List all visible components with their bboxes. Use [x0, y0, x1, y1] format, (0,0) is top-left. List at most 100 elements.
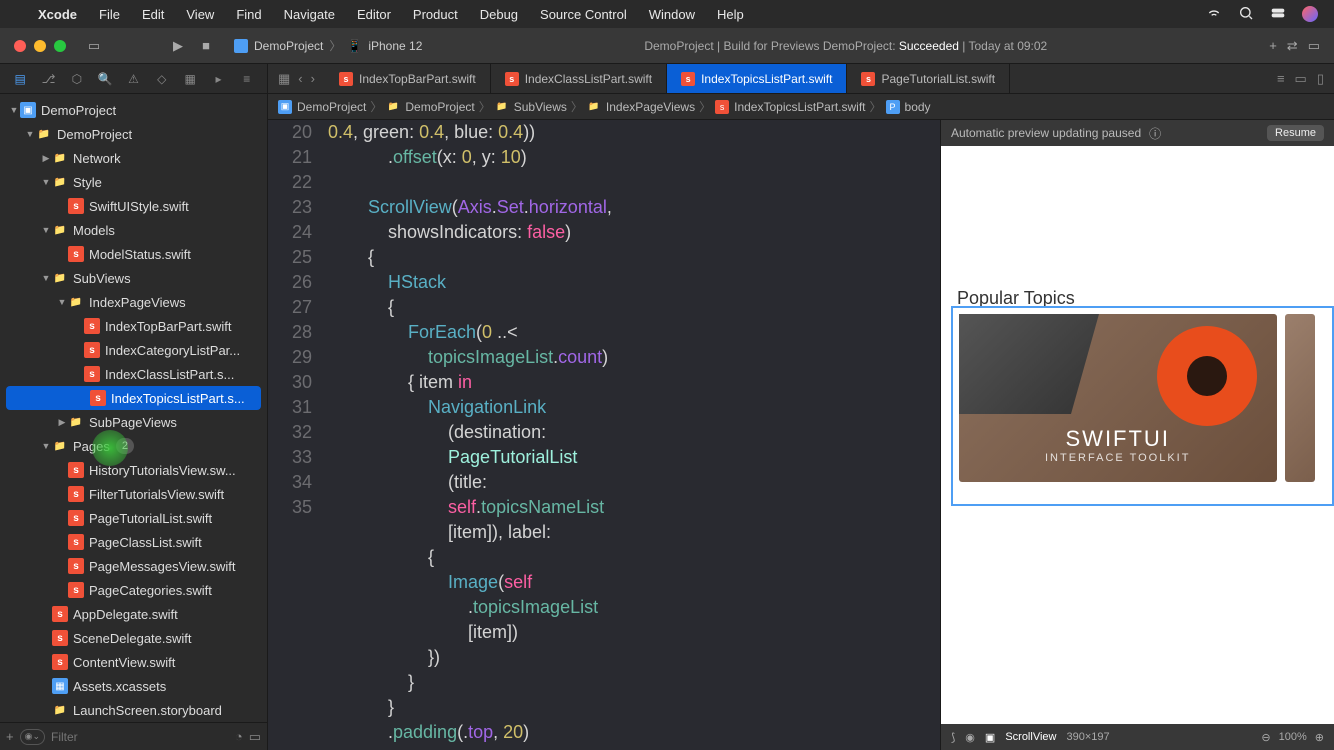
editor-tab[interactable]: sIndexClassListPart.swift [491, 64, 667, 93]
source-text[interactable]: 0.4, green: 0.4, blue: 0.4)) .offset(x: … [328, 120, 940, 750]
tree-item[interactable]: ▶📁Network [0, 146, 267, 170]
run-button[interactable]: ▶ [164, 32, 192, 60]
menu-editor[interactable]: Editor [357, 7, 391, 22]
preview-canvas[interactable]: Popular Topics SWIFTUI INTERFACE TOOLKIT [941, 146, 1334, 724]
tree-item[interactable]: sPageCategories.swift [0, 578, 267, 602]
breadcrumb-item[interactable]: IndexPageViews [606, 100, 695, 114]
project-navigator-tab[interactable]: ▤ [8, 72, 32, 86]
tree-item[interactable]: sIndexCategoryListPar... [0, 338, 267, 362]
minimap-button[interactable]: ≡ [1277, 71, 1285, 87]
project-tree[interactable]: ▼▣DemoProject▼📁DemoProject▶📁Network▼📁Sty… [0, 94, 267, 722]
add-editor-button[interactable]: ▯ [1317, 71, 1324, 87]
tree-item[interactable]: sAppDelegate.swift [0, 602, 267, 626]
breadcrumb-item[interactable]: SubViews [514, 100, 567, 114]
add-button[interactable]: + [1269, 38, 1277, 54]
spotlight-icon[interactable] [1238, 5, 1254, 24]
tree-item[interactable]: sPageClassList.swift [0, 530, 267, 554]
menu-help[interactable]: Help [717, 7, 744, 22]
breakpoint-navigator-tab[interactable]: ▸ [206, 72, 230, 86]
tree-item[interactable]: sSceneDelegate.swift [0, 626, 267, 650]
issue-navigator-tab[interactable]: ⚠ [121, 72, 145, 86]
info-icon[interactable]: ⓘ [1149, 125, 1161, 142]
tree-item[interactable]: sFilterTutorialsView.swift [0, 482, 267, 506]
zoom-window-button[interactable] [54, 40, 66, 52]
preview-topic-card-next [1285, 314, 1315, 482]
back-button[interactable]: ‹ [298, 71, 302, 87]
toggle-inspector-button[interactable]: ▭ [1308, 38, 1320, 54]
menu-debug[interactable]: Debug [480, 7, 518, 22]
tree-item[interactable]: sIndexTopicsListPart.s... [6, 386, 261, 410]
tree-item[interactable]: sContentView.swift [0, 650, 267, 674]
adjust-editor-button[interactable]: ▭ [1295, 71, 1307, 87]
report-navigator-tab[interactable]: ≡ [235, 72, 259, 86]
menu-navigate[interactable]: Navigate [284, 7, 335, 22]
wifi-icon[interactable] [1206, 5, 1222, 24]
preview-selection-label: ScrollView [1005, 731, 1056, 743]
source-control-navigator-tab[interactable]: ⎇ [36, 72, 60, 86]
editor-tab[interactable]: sIndexTopBarPart.swift [325, 64, 491, 93]
tree-item[interactable]: ▼▣DemoProject [0, 98, 267, 122]
breadcrumb-item[interactable]: DemoProject [297, 100, 366, 114]
breadcrumb-item[interactable]: IndexTopicsListPart.swift [734, 100, 865, 114]
tree-item[interactable]: ▦Assets.xcassets [0, 674, 267, 698]
tree-item[interactable]: ▼📁Pages2 [0, 434, 267, 458]
tree-item[interactable]: 📁LaunchScreen.storyboard [0, 698, 267, 722]
tree-item[interactable]: sIndexTopBarPart.swift [0, 314, 267, 338]
related-items-button[interactable]: ▦ [278, 71, 290, 87]
control-center-icon[interactable] [1270, 5, 1286, 24]
pin-icon[interactable]: ⟆ [951, 731, 955, 744]
filter-scope-button[interactable]: ◉⌄ [20, 729, 45, 745]
jump-bar[interactable]: ▣DemoProject〉📁DemoProject〉📁SubViews〉📁Ind… [268, 94, 1334, 120]
tree-item[interactable]: sHistoryTutorialsView.sw... [0, 458, 267, 482]
tree-item[interactable]: ▼📁Style [0, 170, 267, 194]
scm-filter-button[interactable]: ▭ [249, 729, 261, 745]
breadcrumb-item[interactable]: body [905, 100, 931, 114]
test-navigator-tab[interactable]: ◇ [150, 72, 174, 86]
menu-edit[interactable]: Edit [142, 7, 164, 22]
zoom-in-button[interactable]: ⊕ [1315, 731, 1324, 744]
minimize-window-button[interactable] [34, 40, 46, 52]
zoom-out-button[interactable]: ⊖ [1261, 731, 1270, 744]
filter-input[interactable] [51, 730, 229, 744]
scheme-selector[interactable]: DemoProject 〉 📱 iPhone 12 [234, 37, 422, 54]
breadcrumb-item[interactable]: DemoProject [405, 100, 474, 114]
tree-item-label: Style [73, 175, 102, 190]
preview-selection-icon: ▣ [985, 731, 995, 744]
stop-button[interactable]: ■ [192, 32, 220, 60]
code-review-button[interactable]: ⇄ [1287, 38, 1298, 54]
app-menu[interactable]: Xcode [38, 7, 77, 22]
add-file-button[interactable]: + [6, 729, 14, 744]
tree-item[interactable]: ▼📁DemoProject [0, 122, 267, 146]
menu-product[interactable]: Product [413, 7, 458, 22]
preview-live-button[interactable]: ◉ [965, 731, 975, 744]
scheme-device-label: iPhone 12 [368, 39, 422, 53]
editor-tab[interactable]: sPageTutorialList.swift [847, 64, 1010, 93]
tree-item[interactable]: ▼📁SubViews [0, 266, 267, 290]
recent-filter-button[interactable]: ◔ [235, 729, 243, 744]
tree-item[interactable]: ▼📁IndexPageViews [0, 290, 267, 314]
menu-source-control[interactable]: Source Control [540, 7, 627, 22]
resume-button[interactable]: Resume [1267, 125, 1324, 141]
symbol-navigator-tab[interactable]: ⬡ [65, 72, 89, 86]
tree-item[interactable]: sModelStatus.swift [0, 242, 267, 266]
user-icon[interactable] [1302, 6, 1318, 22]
close-window-button[interactable] [14, 40, 26, 52]
menu-view[interactable]: View [186, 7, 214, 22]
forward-button[interactable]: › [311, 71, 315, 87]
preview-banner: Automatic preview updating paused ⓘ Resu… [941, 120, 1334, 146]
menu-find[interactable]: Find [236, 7, 261, 22]
find-navigator-tab[interactable]: 🔍 [93, 72, 117, 86]
toggle-navigator-button[interactable]: ▭ [80, 32, 108, 60]
tree-item[interactable]: sIndexClassListPart.s... [0, 362, 267, 386]
editor-tab[interactable]: sIndexTopicsListPart.swift [667, 64, 847, 93]
debug-navigator-tab[interactable]: ▦ [178, 72, 202, 86]
tree-item-label: DemoProject [41, 103, 116, 118]
tree-item[interactable]: ▼📁Models [0, 218, 267, 242]
menu-window[interactable]: Window [649, 7, 695, 22]
tree-item[interactable]: sPageTutorialList.swift [0, 506, 267, 530]
menu-file[interactable]: File [99, 7, 120, 22]
tree-item[interactable]: ▶📁SubPageViews [0, 410, 267, 434]
tree-item[interactable]: sPageMessagesView.swift [0, 554, 267, 578]
tree-item[interactable]: sSwiftUIStyle.swift [0, 194, 267, 218]
source-editor[interactable]: 20212223242526272829303132333435 0.4, gr… [268, 120, 940, 750]
